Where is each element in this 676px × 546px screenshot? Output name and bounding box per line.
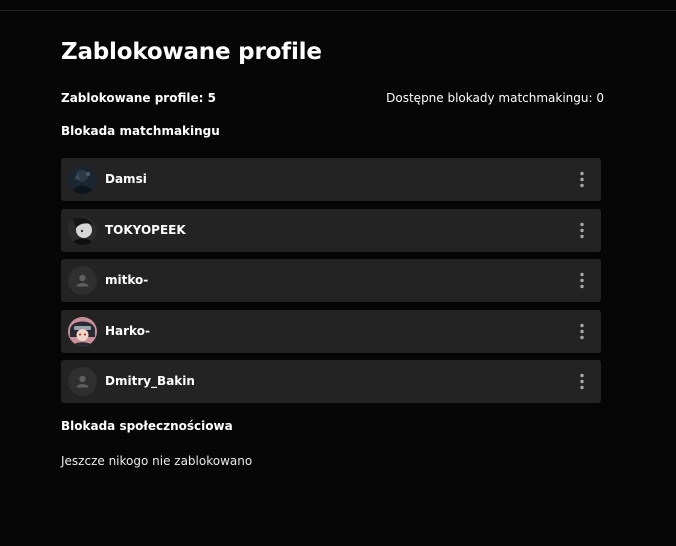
default-user-icon [68,367,97,396]
user-avatar [68,165,97,194]
user-avatar [68,316,97,346]
more-vertical-icon[interactable] [575,372,589,391]
more-vertical-icon[interactable] [575,271,589,290]
blocked-user-name: Dmitry_Bakin [105,374,195,388]
default-user-icon [68,266,97,295]
blocked-user-row[interactable]: Harko- [61,309,601,353]
user-avatar [68,215,97,245]
more-vertical-icon[interactable] [575,322,589,341]
social-section-title: Blokada społecznościowa [61,419,233,433]
available-blocks-count: Dostępne blokady matchmakingu: 0 [386,91,604,105]
blocked-user-name: mitko- [105,273,149,287]
blocked-user-row[interactable]: Dmitry_Bakin [61,360,601,403]
more-vertical-icon[interactable] [575,170,589,189]
blocked-user-row[interactable]: TOKYOPEEK [61,208,601,252]
blocked-user-name: Damsi [105,172,147,186]
more-vertical-icon[interactable] [575,221,589,240]
page-title: Zablokowane profile [61,39,322,65]
matchmaking-block-list: Damsi TOKYOPEEK mitko- Harko- Dmitry_Bak… [61,158,601,411]
empty-state-text: Jeszcze nikogo nie zablokowano [61,454,253,468]
matchmaking-section-title: Blokada matchmakingu [61,124,220,138]
top-divider [0,10,676,11]
blocked-user-row[interactable]: mitko- [61,259,601,302]
blocked-user-name: Harko- [105,323,150,338]
blocked-profiles-count: Zablokowane profile: 5 [61,91,216,105]
blocked-user-row[interactable]: Damsi [61,158,601,201]
blocked-user-name: TOKYOPEEK [105,222,186,237]
